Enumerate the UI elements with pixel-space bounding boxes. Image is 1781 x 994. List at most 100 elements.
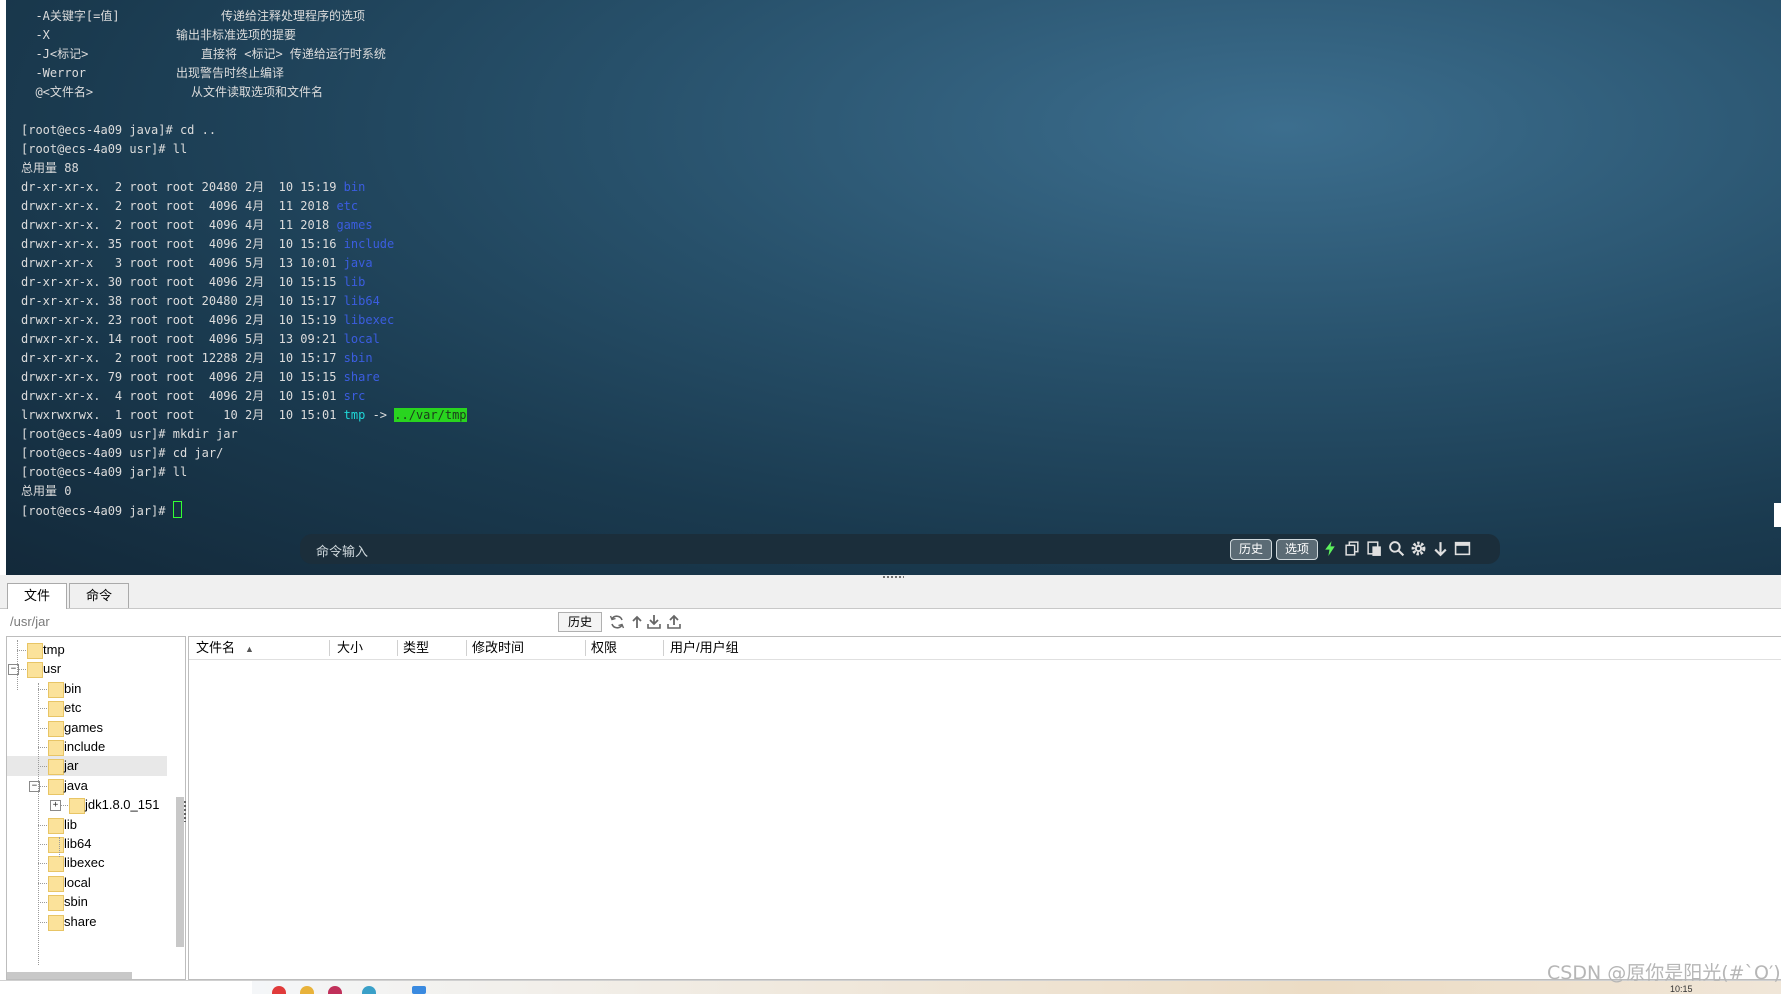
tree-node-lib[interactable]: lib (7, 815, 167, 835)
splitter-grip-icon[interactable] (882, 575, 904, 579)
download-arrow-icon[interactable] (1432, 540, 1449, 557)
tree-node-jar[interactable]: jar (7, 756, 167, 777)
listing-meta: lrwxrwxrwx. 1 root root 10 2月 10 15:01 (21, 408, 344, 422)
help-option: -Werror (21, 66, 87, 80)
paste-icon[interactable] (1366, 540, 1383, 557)
column-header-owner-group[interactable]: 用户/用户组 (670, 637, 739, 659)
tree-node-libexec[interactable]: libexec (7, 853, 167, 873)
column-header-permissions[interactable]: 权限 (591, 637, 617, 659)
tree-node-label: include (64, 739, 106, 754)
tree-connector (38, 882, 47, 884)
column-separator[interactable] (329, 640, 330, 656)
tree-connector (38, 902, 47, 904)
tree-node-share[interactable]: share (7, 912, 167, 932)
search-icon[interactable] (1388, 540, 1405, 557)
path-input[interactable] (6, 612, 564, 631)
file-list[interactable]: 文件名 ▲ 大小 类型 修改时间 权限 用户/用户组 (188, 636, 1781, 980)
tab-commands[interactable]: 命令 (69, 583, 129, 608)
tree-resize-grip-icon[interactable] (183, 800, 187, 822)
folder-icon (48, 720, 64, 737)
options-button[interactable]: 选项 (1276, 539, 1318, 560)
command-input-placeholder[interactable]: 命令输入 (316, 541, 368, 560)
tree-guide-line (17, 640, 18, 690)
directory-name: include (343, 237, 395, 251)
copy-icon[interactable] (1344, 540, 1361, 557)
column-header-modified[interactable]: 修改时间 (472, 637, 524, 659)
command-input-bar[interactable]: 命令输入 历史 选项 (300, 534, 1500, 564)
listing-row: drwxr-xr-x. 4 root root 4096 2月 10 15:01… (21, 387, 467, 406)
help-description: 输出非标准选项的提要 (176, 28, 297, 42)
folder-icon (48, 778, 64, 795)
prompt-text: [root@ecs-4a09 jar]# (21, 504, 173, 518)
tree-node-tmp[interactable]: tmp (7, 640, 167, 660)
tree-node-java[interactable]: java − (7, 776, 167, 796)
up-directory-icon[interactable] (629, 614, 645, 630)
column-header-name[interactable]: 文件名 ▲ (196, 637, 254, 659)
listing-row: drwxr-xr-x. 2 root root 4096 4月 11 2018 … (21, 216, 467, 235)
listing-meta: drwxr-xr-x. 14 root root 4096 5月 13 09:2… (21, 332, 344, 346)
terminal-scrollbar[interactable] (1774, 503, 1781, 527)
tree-guide-line (59, 837, 60, 857)
command-line: [root@ecs-4a09 usr]# cd jar/ (21, 444, 467, 463)
column-separator[interactable] (466, 640, 467, 656)
tree-node-local[interactable]: local (7, 873, 167, 893)
directory-tree[interactable]: tmp usr − bin etc games include jar java − jdk1.8.… (6, 636, 186, 980)
listing-meta: drwxr-xr-x. 2 root root 4096 4月 11 2018 (21, 218, 337, 232)
tree-connector (38, 688, 47, 690)
folder-icon (48, 895, 64, 912)
refresh-icon[interactable] (609, 614, 625, 630)
tree-node-jdk1-8-0-151[interactable]: jdk1.8.0_151 + (7, 795, 167, 815)
tree-node-etc[interactable]: etc (7, 698, 167, 718)
tree-node-label: java (64, 777, 88, 793)
folder-icon (48, 681, 64, 698)
tree-node-sbin[interactable]: sbin (7, 892, 167, 912)
tree-node-label: share (64, 913, 97, 929)
tree-node-include[interactable]: include (7, 737, 167, 757)
help-line: -X 输出非标准选项的提要 (21, 26, 467, 45)
tree-node-usr[interactable]: usr − (7, 659, 167, 679)
gear-icon[interactable] (1410, 540, 1427, 557)
command-text: [root@ecs-4a09 usr]# mkdir jar (21, 427, 238, 441)
column-separator[interactable] (585, 640, 586, 656)
tree-node-lib64[interactable]: lib64 (7, 834, 167, 854)
column-separator[interactable] (397, 640, 398, 656)
tree-node-label: lib (64, 816, 78, 832)
tree-node-label: libexec (64, 855, 105, 871)
tree-node-label: bin (64, 680, 82, 696)
total-text: 总用量 0 (21, 484, 72, 498)
column-header-size[interactable]: 大小 (337, 637, 363, 659)
taskbar: 10:15 (0, 980, 1781, 994)
tree-connector (38, 727, 47, 729)
tree-node-bin[interactable]: bin (7, 679, 167, 699)
expand-icon[interactable]: + (50, 800, 61, 812)
tree-node-label: jar (64, 758, 79, 774)
directory-name: sbin (343, 351, 373, 365)
tree-horizontal-scrollbar[interactable] (7, 972, 132, 979)
upload-icon[interactable] (666, 614, 682, 630)
listing-row: drwxr-xr-x. 2 root root 4096 4月 11 2018 … (21, 197, 467, 216)
tree-connector (38, 921, 47, 923)
path-history-button[interactable]: 历史 (558, 612, 602, 632)
directory-name: src (343, 389, 366, 403)
help-line: -A关键字[=值] 传递给注释处理程序的选项 (21, 7, 467, 26)
lightning-icon[interactable] (1322, 540, 1339, 557)
terminal-pane[interactable]: -A关键字[=值] 传递给注释处理程序的选项 -X 输出非标准选项的提要 -J<标记… (6, 0, 1781, 575)
listing-row: dr-xr-xr-x. 38 root root 20480 2月 10 15:… (21, 292, 467, 311)
listing-meta: drwxr-xr-x. 23 root root 4096 2月 10 15:1… (21, 313, 344, 327)
tree-node-label: usr (43, 661, 62, 677)
help-option: @<文件名> (21, 85, 94, 99)
total-text: 总用量 88 (21, 161, 79, 175)
folder-icon (48, 759, 64, 776)
column-header-type[interactable]: 类型 (403, 637, 429, 659)
csdn-watermark: CSDN @原你是阳光(#`O′) (1547, 962, 1781, 984)
folder-icon (48, 701, 64, 718)
listing-meta: dr-xr-xr-x. 30 root root 4096 2月 10 15:1… (21, 275, 344, 289)
tab-files[interactable]: 文件 (7, 583, 67, 610)
help-line: @<文件名> 从文件读取选项和文件名 (21, 83, 467, 102)
column-separator[interactable] (663, 640, 664, 656)
window-icon[interactable] (1454, 540, 1471, 557)
history-button[interactable]: 历史 (1230, 539, 1272, 560)
tree-node-games[interactable]: games (7, 718, 167, 738)
download-icon[interactable] (646, 614, 662, 630)
